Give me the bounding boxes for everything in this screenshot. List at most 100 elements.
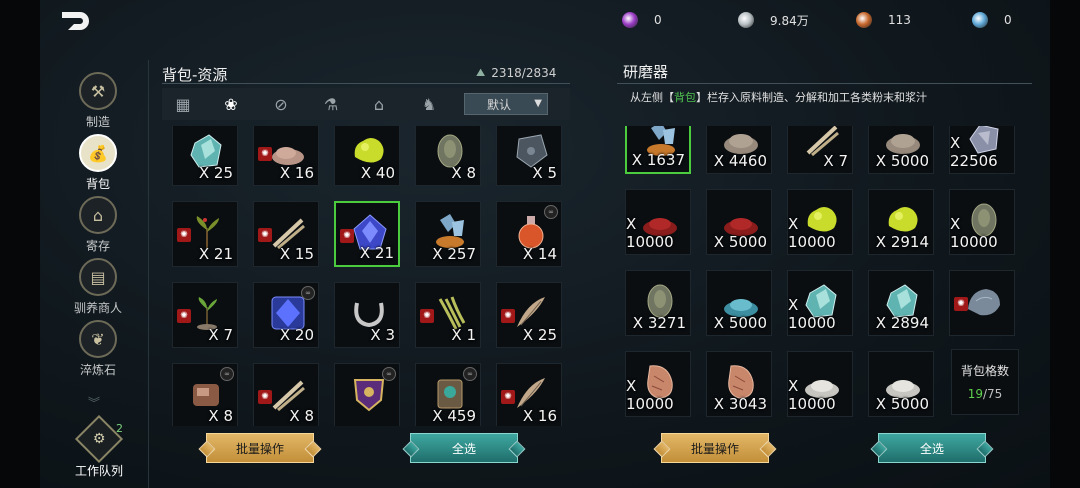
item-quantity: X 22506 bbox=[950, 134, 998, 170]
item-slot[interactable]: ∞ bbox=[334, 363, 400, 426]
item-slot[interactable]: X 40 bbox=[334, 126, 400, 186]
desc-prefix: 从左侧【 bbox=[630, 91, 674, 104]
item-slot[interactable]: ✺ bbox=[949, 270, 1015, 336]
item-slot[interactable]: ∞ X 14 bbox=[496, 201, 562, 267]
sidebar-item-label: 淬炼石 bbox=[79, 363, 116, 377]
title-underline bbox=[162, 83, 570, 84]
item-slot[interactable]: X 10000 bbox=[625, 351, 691, 417]
work-queue-button[interactable]: ⚙ 2 工作队列 bbox=[72, 414, 126, 482]
left-black-bar bbox=[0, 0, 40, 488]
house-icon: ⌂ bbox=[79, 196, 117, 234]
item-slot[interactable]: X 2914 bbox=[868, 189, 934, 255]
tab-pets-icon[interactable]: ♞ bbox=[416, 91, 442, 117]
item-slot[interactable]: X 8 bbox=[415, 126, 481, 186]
item-quantity: X 21 bbox=[198, 245, 233, 263]
left-batch-button[interactable]: 批量操作 bbox=[206, 433, 314, 463]
item-slot[interactable]: X 5000 bbox=[868, 126, 934, 174]
locked-badge-icon: ✺ bbox=[177, 228, 191, 242]
item-slot[interactable]: X 3 bbox=[334, 282, 400, 348]
item-quantity: X 5 bbox=[532, 164, 557, 182]
tab-all-grid-icon[interactable]: ▦ bbox=[170, 91, 196, 117]
link-badge-icon: ∞ bbox=[463, 367, 477, 381]
item-quantity: X 14 bbox=[522, 245, 557, 263]
right-select-all-label: 全选 bbox=[919, 441, 944, 456]
item-slot[interactable]: X 3271 bbox=[625, 270, 691, 336]
leaf-stone-icon: ❦ bbox=[79, 320, 117, 358]
item-slot[interactable]: ✺ X 16 bbox=[253, 126, 319, 186]
chevron-down-icon[interactable]: ︾ bbox=[88, 394, 100, 411]
link-badge-icon: ∞ bbox=[544, 205, 558, 219]
item-quantity: X 3 bbox=[370, 326, 395, 344]
locked-badge-icon: ✺ bbox=[258, 228, 272, 242]
item-slot[interactable]: X 10000 bbox=[787, 189, 853, 255]
desc-highlight: 背包 bbox=[674, 91, 696, 104]
item-slot[interactable]: X 10000 bbox=[787, 351, 853, 417]
locked-badge-icon: ✺ bbox=[177, 309, 191, 323]
item-slot[interactable]: ✺ X 25 bbox=[496, 282, 562, 348]
item-slot[interactable]: ∞ X 8 bbox=[172, 363, 238, 426]
item-slot[interactable]: X 2894 bbox=[868, 270, 934, 336]
sidebar-item-craft[interactable]: ⚒ 制造 bbox=[62, 72, 134, 132]
sidebar-item-quench[interactable]: ❦ 淬炼石 bbox=[62, 320, 134, 380]
item-slot[interactable]: X 25 bbox=[172, 126, 238, 186]
item-quantity: X 10000 bbox=[788, 215, 836, 251]
item-slot[interactable]: ✺ X 21 bbox=[334, 201, 400, 267]
item-quantity: X 7 bbox=[208, 326, 233, 344]
item-slot[interactable]: X 5000 bbox=[706, 270, 772, 336]
left-select-all-button[interactable]: 全选 bbox=[410, 433, 518, 463]
item-quantity: X 10000 bbox=[626, 377, 674, 413]
right-black-bar bbox=[1050, 0, 1080, 488]
right-batch-label: 批量操作 bbox=[690, 441, 739, 456]
sidebar-item-storage[interactable]: ⌂ 寄存 bbox=[62, 196, 134, 256]
link-badge-icon: ∞ bbox=[301, 286, 315, 300]
item-slot[interactable]: X 7 bbox=[787, 126, 853, 174]
item-slot[interactable]: X 10000 bbox=[787, 270, 853, 336]
item-quantity: X 10000 bbox=[950, 215, 998, 251]
tab-equipment-icon[interactable]: ⊘ bbox=[268, 91, 294, 117]
right-select-all-button[interactable]: 全选 bbox=[878, 433, 986, 463]
item-quantity: X 257 bbox=[432, 245, 476, 263]
item-slot[interactable]: ✺ X 7 bbox=[172, 282, 238, 348]
item-quantity: X 5000 bbox=[875, 395, 929, 413]
item-slot[interactable]: ∞ X 459 bbox=[415, 363, 481, 426]
item-slot[interactable]: X 5000 bbox=[706, 189, 772, 255]
weight-icon: ⛰ bbox=[476, 66, 486, 79]
sort-dropdown[interactable]: 默认 ▼ bbox=[464, 93, 548, 115]
queue-count-badge: 2 bbox=[116, 422, 123, 435]
item-slot[interactable]: X 257 bbox=[415, 201, 481, 267]
dropdown-arrow-icon: ▼ bbox=[534, 98, 542, 109]
item-slot[interactable]: X 10000 bbox=[625, 189, 691, 255]
sidebar-item-backpack[interactable]: 💰 背包 bbox=[62, 134, 134, 194]
backpack-title: 背包-资源 bbox=[162, 66, 228, 84]
sidebar-item-tamer[interactable]: ▤ 驯养商人 bbox=[62, 258, 134, 318]
desc-suffix: 】栏存入原料制造、分解和加工各类粉末和浆汁 bbox=[696, 91, 927, 104]
back-arrow-icon[interactable] bbox=[58, 8, 94, 34]
capacity-value: 2318/2834 bbox=[491, 66, 557, 80]
item-slot[interactable]: X 22506 bbox=[949, 126, 1015, 174]
tab-buildings-icon[interactable]: ⌂ bbox=[366, 91, 392, 117]
item-slot[interactable]: X 5000 bbox=[868, 351, 934, 417]
item-slot[interactable]: ✺ X 21 bbox=[172, 201, 238, 267]
item-quantity: X 2894 bbox=[875, 314, 929, 332]
item-slot[interactable]: X 4460 bbox=[706, 126, 772, 174]
item-slot[interactable]: X 5 bbox=[496, 126, 562, 186]
bag-slots-used: 19 bbox=[967, 387, 983, 401]
item-slot[interactable]: ✺ X 8 bbox=[253, 363, 319, 426]
locked-badge-icon: ✺ bbox=[340, 229, 354, 243]
left-batch-label: 批量操作 bbox=[235, 441, 284, 456]
item-slot[interactable]: X 10000 bbox=[949, 189, 1015, 255]
copper-coin-icon bbox=[856, 12, 872, 28]
right-batch-button[interactable]: 批量操作 bbox=[661, 433, 769, 463]
sidebar-divider bbox=[148, 60, 149, 488]
item-slot[interactable]: ✺ X 16 bbox=[496, 363, 562, 426]
item-slot[interactable]: X 1637 bbox=[625, 126, 691, 174]
sidebar-item-label: 制造 bbox=[85, 115, 110, 129]
item-slot[interactable]: X 3043 bbox=[706, 351, 772, 417]
backpack-capacity: ⛰ 2318/2834 bbox=[476, 66, 556, 80]
item-slot[interactable]: ✺ X 1 bbox=[415, 282, 481, 348]
bag-slots-box: 背包格数 19/75 bbox=[951, 349, 1019, 415]
tab-consumables-icon[interactable]: ⚗ bbox=[318, 91, 344, 117]
item-slot[interactable]: ✺ X 15 bbox=[253, 201, 319, 267]
item-slot[interactable]: ∞ X 20 bbox=[253, 282, 319, 348]
tab-resources-icon[interactable]: ❀ bbox=[218, 91, 244, 117]
